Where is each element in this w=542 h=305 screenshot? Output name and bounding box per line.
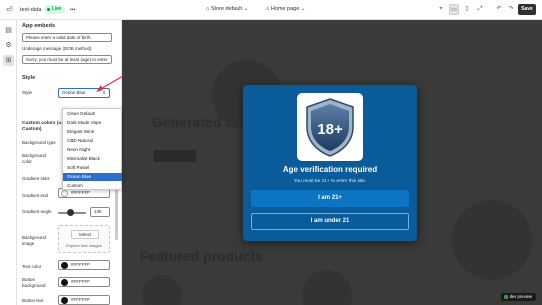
undo-icon[interactable]: ↶ bbox=[494, 4, 504, 15]
style-option[interactable]: Dark Mode Vape bbox=[63, 119, 122, 127]
store-selector[interactable]: ⌂ Store default ⌄ bbox=[206, 4, 248, 15]
button-text-swatch bbox=[61, 297, 68, 304]
style-option[interactable]: Clean Default bbox=[63, 110, 122, 118]
preview-featured-heading: Featured products bbox=[140, 248, 263, 264]
text-color-swatch bbox=[61, 262, 68, 269]
exit-icon[interactable]: ⏎ bbox=[6, 4, 13, 16]
modal-subtitle: You must be 21+ to enter this site. bbox=[293, 179, 367, 184]
style-select[interactable]: Ocean Blue ⇕ bbox=[58, 88, 110, 98]
button-background-value: #FFFFFF bbox=[71, 279, 90, 284]
dev-preview-chip[interactable]: dev preview bbox=[500, 293, 536, 301]
style-option[interactable]: Neon Night bbox=[63, 146, 122, 154]
live-status-badge: Live bbox=[44, 5, 66, 14]
preview-background-shape bbox=[302, 270, 352, 305]
style-option[interactable]: Custom bbox=[63, 182, 122, 190]
store-name: test-data bbox=[20, 7, 42, 13]
more-actions-button[interactable]: ••• bbox=[70, 5, 75, 15]
style-option[interactable]: Elegant Wine bbox=[63, 128, 122, 136]
style-option[interactable]: Minimalist Black bbox=[63, 155, 122, 163]
style-option[interactable]: CBD Natural bbox=[63, 137, 122, 145]
deny-age-button[interactable]: I am under 21 bbox=[251, 213, 409, 230]
style-option-selected[interactable]: Ocean Blue bbox=[63, 173, 122, 181]
badge-text: 18+ bbox=[317, 121, 343, 138]
text-color-field[interactable]: #FFFFFF bbox=[58, 260, 110, 270]
modal-title: Age verification required bbox=[282, 165, 378, 174]
fullscreen-icon[interactable]: ⤢ bbox=[475, 4, 485, 15]
save-button[interactable]: Save bbox=[518, 4, 536, 15]
chevron-down-icon: ⌄ bbox=[242, 6, 249, 12]
redo-icon[interactable]: ↷ bbox=[506, 4, 516, 15]
inspector-icon[interactable]: ⌖ bbox=[436, 4, 446, 15]
page-select-label: Home page bbox=[270, 6, 300, 12]
preview-background-shape bbox=[452, 200, 532, 280]
text-color-value: #FFFFFF bbox=[71, 262, 90, 267]
top-bar: ⏎ test-data Live ••• ⌂ Store default ⌄ ⌂… bbox=[0, 0, 542, 20]
style-option[interactable]: Soft Pastel bbox=[63, 164, 122, 172]
preview-hero-button bbox=[154, 150, 196, 162]
explore-free-images-link[interactable]: Explore free images bbox=[59, 243, 109, 248]
gradient-angle-input[interactable]: 135 bbox=[90, 207, 110, 217]
age-badge-frame: 18+ bbox=[297, 93, 363, 161]
chevron-updown-icon: ⇕ bbox=[102, 90, 106, 95]
gradient-angle-slider-thumb[interactable] bbox=[67, 209, 74, 216]
gradient-end-swatch bbox=[61, 190, 68, 197]
select-image-button[interactable]: Select bbox=[71, 230, 99, 239]
settings-gear-icon[interactable]: ⚙ bbox=[3, 40, 14, 51]
left-icon-rail: ▤ ⚙ ⊞ bbox=[0, 20, 17, 305]
button-text-value: #FFFFFF bbox=[71, 297, 90, 302]
button-background-field[interactable]: #FFFFFF bbox=[58, 277, 110, 287]
store-select-label: Store default bbox=[210, 6, 243, 12]
background-image-picker: Select Explore free images bbox=[58, 225, 110, 253]
page-selector[interactable]: ⌂ Home page ⌄ bbox=[266, 4, 305, 15]
apps-icon[interactable]: ⊞ bbox=[3, 55, 14, 66]
shield-18-icon: 18+ bbox=[306, 98, 354, 157]
gradient-end-value: #FFFFFF bbox=[71, 190, 90, 195]
style-select-value: Ocean Blue bbox=[62, 90, 86, 95]
button-text-field[interactable]: #FFFFFF bbox=[58, 295, 110, 305]
age-verification-modal: 18+ Age verification required You must b… bbox=[243, 85, 417, 241]
button-background-swatch bbox=[61, 279, 68, 286]
mobile-icon[interactable]: ▯ bbox=[462, 4, 472, 15]
desktop-icon[interactable]: ▭ bbox=[449, 4, 459, 15]
sections-icon[interactable]: ▤ bbox=[3, 25, 14, 36]
chevron-down-icon: ⌄ bbox=[299, 6, 306, 12]
style-dropdown-menu: Clean Default Dark Mode Vape Elegant Win… bbox=[62, 108, 122, 190]
confirm-age-button[interactable]: I am 21+ bbox=[251, 190, 409, 207]
preview-background-shape bbox=[142, 275, 182, 305]
